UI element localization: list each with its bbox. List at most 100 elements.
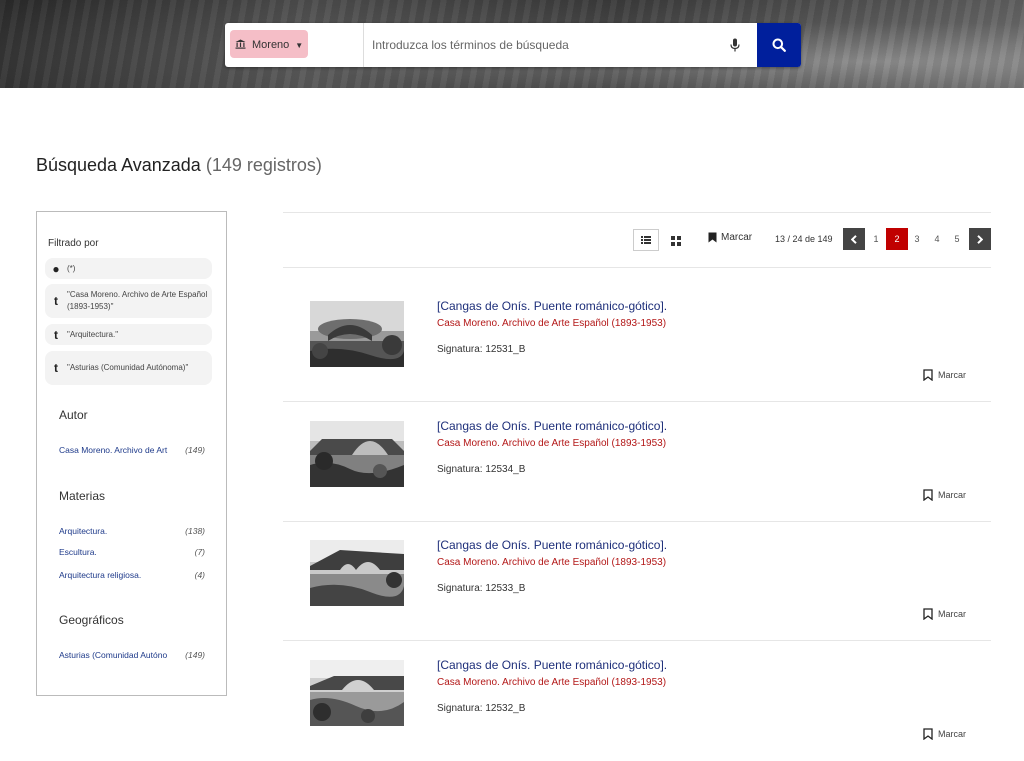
result-thumbnail[interactable]: [310, 540, 404, 606]
signature-value: 12532_B: [485, 703, 526, 714]
result-item: [Cangas de Onís. Puente románico-gótico]…: [283, 521, 991, 641]
divider: [283, 267, 991, 268]
result-thumbnail[interactable]: [310, 660, 404, 726]
facet-count: (149): [185, 445, 205, 455]
header-banner: Moreno ▼ Introduzca los términos de búsq…: [0, 0, 1024, 88]
result-item: [Cangas de Onís. Puente románico-gótico]…: [283, 641, 991, 761]
facet-item[interactable]: Arquitectura religiosa. (4): [59, 570, 205, 580]
page-button-2-active[interactable]: 2: [886, 228, 908, 250]
facet-heading-geograficos: Geográficos: [59, 613, 124, 627]
result-collection[interactable]: Casa Moreno. Archivo de Arte Español (18…: [437, 438, 666, 449]
next-page-button[interactable]: [969, 228, 991, 250]
record-count: (149 registros): [205, 155, 322, 175]
facet-label: Casa Moreno. Archivo de Art: [59, 445, 168, 455]
filter-chip-label: "Asturias (Comunidad Autónoma)": [67, 363, 189, 372]
list-view-button[interactable]: [633, 229, 659, 251]
facet-label: Arquitectura religiosa.: [59, 570, 142, 580]
filter-chip-label: "Arquitectura.": [67, 329, 119, 339]
search-input[interactable]: Introduzca los términos de búsqueda: [364, 23, 713, 67]
marcar-button[interactable]: Marcar: [923, 369, 966, 381]
bullet-icon: ●: [52, 261, 60, 276]
result-item: [Cangas de Onís. Puente románico-gótico]…: [283, 282, 991, 402]
page-button-5[interactable]: 5: [946, 228, 968, 250]
result-title-link[interactable]: [Cangas de Onís. Puente románico-gótico]…: [437, 419, 667, 433]
result-signature: Signatura: 12532_B: [437, 703, 525, 714]
marcar-button[interactable]: Marcar: [923, 489, 966, 501]
bookmark-icon: [923, 728, 933, 740]
scope-label: Moreno: [252, 39, 290, 51]
marcar-label: Marcar: [938, 609, 967, 619]
facet-label: Escultura.: [59, 547, 97, 557]
result-thumbnail[interactable]: [310, 301, 404, 367]
page-button-3[interactable]: 3: [906, 228, 928, 250]
microphone-icon: [730, 38, 740, 52]
page-title-text: Búsqueda Avanzada: [36, 155, 201, 175]
marcar-all-button[interactable]: Marcar: [708, 232, 752, 243]
filter-chip-label: (*): [67, 263, 76, 273]
marcar-button[interactable]: Marcar: [923, 728, 966, 740]
search-placeholder: Introduzca los términos de búsqueda: [372, 38, 569, 52]
chevron-left-icon: [851, 234, 857, 244]
result-range: 13 / 24 de 149: [775, 234, 833, 244]
text-type-icon: t: [54, 294, 58, 308]
divider: [283, 212, 991, 213]
signature-value: 12533_B: [485, 583, 526, 594]
result-collection[interactable]: Casa Moreno. Archivo de Arte Español (18…: [437, 677, 666, 688]
signature-label: Signatura:: [437, 464, 483, 475]
filter-chip[interactable]: t "Arquitectura.": [45, 324, 212, 345]
filter-title: Filtrado por: [48, 238, 99, 249]
result-thumbnail[interactable]: [310, 421, 404, 487]
prev-page-button[interactable]: [843, 228, 865, 250]
facet-count: (4): [194, 570, 205, 580]
facet-item[interactable]: Escultura. (7): [59, 547, 205, 557]
bookmark-filled-icon: [708, 232, 717, 243]
page-title: Búsqueda Avanzada (149 registros): [36, 155, 322, 176]
bookmark-icon: [923, 369, 933, 381]
grid-view-button[interactable]: [671, 233, 681, 251]
caret-down-icon: ▼: [295, 40, 304, 50]
facet-heading-autor: Autor: [59, 408, 88, 422]
marcar-label: Marcar: [721, 232, 753, 243]
page-button-1[interactable]: 1: [865, 228, 887, 250]
result-collection[interactable]: Casa Moreno. Archivo de Arte Español (18…: [437, 557, 666, 568]
scope-dropdown[interactable]: Moreno ▼: [225, 23, 364, 67]
result-signature: Signatura: 12533_B: [437, 583, 525, 594]
filter-chip[interactable]: t "Asturias (Comunidad Autónoma)": [45, 351, 212, 385]
search-button[interactable]: [757, 23, 801, 67]
search-icon: [772, 38, 786, 52]
signature-label: Signatura:: [437, 703, 483, 714]
marcar-button[interactable]: Marcar: [923, 608, 966, 620]
page-button-4[interactable]: 4: [926, 228, 948, 250]
filter-chip[interactable]: ● (*): [45, 258, 212, 279]
facet-item[interactable]: Casa Moreno. Archivo de Art (149): [59, 445, 205, 455]
signature-label: Signatura:: [437, 344, 483, 355]
marcar-label: Marcar: [938, 729, 967, 739]
microphone-button[interactable]: [713, 23, 757, 67]
result-item: [Cangas de Onís. Puente románico-gótico]…: [283, 402, 991, 522]
text-type-icon: t: [54, 361, 58, 375]
facet-heading-materias: Materias: [59, 489, 106, 503]
signature-label: Signatura:: [437, 583, 483, 594]
filter-chip[interactable]: t "Casa Moreno. Archivo de Arte Español …: [45, 284, 212, 318]
grid-view-icon: [671, 236, 681, 246]
signature-value: 12531_B: [485, 344, 526, 355]
result-title-link[interactable]: [Cangas de Onís. Puente románico-gótico]…: [437, 658, 667, 672]
marcar-label: Marcar: [938, 490, 967, 500]
marcar-label: Marcar: [938, 370, 967, 380]
signature-value: 12534_B: [485, 464, 526, 475]
bookmark-icon: [923, 489, 933, 501]
result-title-link[interactable]: [Cangas de Onís. Puente románico-gótico]…: [437, 538, 667, 552]
chevron-right-icon: [977, 234, 983, 244]
facet-count: (149): [185, 650, 205, 660]
result-title-link[interactable]: [Cangas de Onís. Puente románico-gótico]…: [437, 299, 667, 313]
list-view-icon: [641, 236, 651, 244]
text-type-icon: t: [54, 327, 58, 342]
result-signature: Signatura: 12534_B: [437, 464, 525, 475]
facet-label: Asturias (Comunidad Autóno: [59, 650, 168, 660]
result-collection[interactable]: Casa Moreno. Archivo de Arte Español (18…: [437, 318, 666, 329]
facet-item[interactable]: Arquitectura. (138): [59, 526, 205, 536]
filter-chip-label: "Casa Moreno. Archivo de Arte Español (1…: [67, 290, 208, 311]
bookmark-icon: [923, 608, 933, 620]
filter-sidebar: Filtrado por ● (*) t "Casa Moreno. Archi…: [36, 211, 227, 696]
facet-item[interactable]: Asturias (Comunidad Autóno (149): [59, 650, 205, 660]
